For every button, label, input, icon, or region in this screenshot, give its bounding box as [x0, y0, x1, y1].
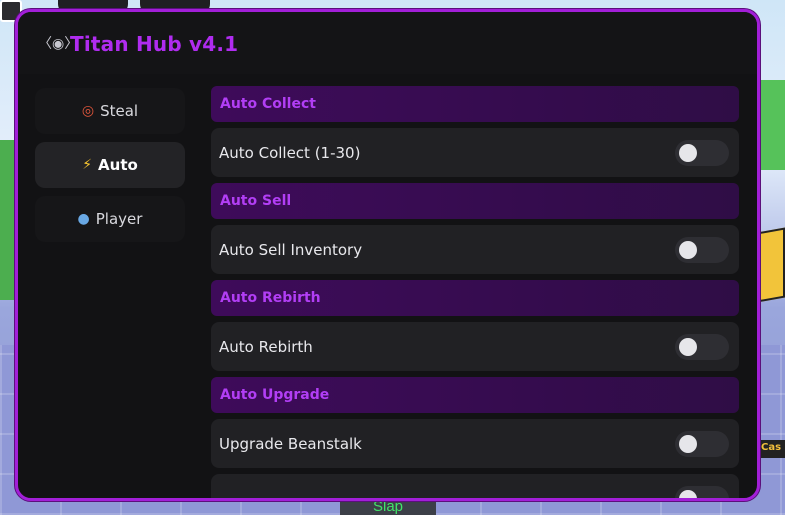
- window-header[interactable]: 〈◉〉 Titan Hub v4.1: [18, 12, 757, 74]
- toggle-label: Auto Rebirth: [219, 337, 313, 356]
- toggle-knob: [679, 434, 697, 453]
- toggle-knob: [679, 337, 697, 356]
- auto-sell-toggle[interactable]: [675, 236, 729, 263]
- toggle-label: Upgrade Beanstalk: [219, 434, 362, 453]
- partial-toggle[interactable]: [675, 485, 729, 498]
- tab-steal[interactable]: ◎ Steal: [35, 88, 185, 134]
- user-icon: ●: [77, 211, 90, 227]
- auto-collect-toggle[interactable]: [675, 139, 729, 166]
- toggle-row-upgrade-beanstalk[interactable]: Upgrade Beanstalk: [211, 419, 739, 468]
- toggle-row-auto-sell[interactable]: Auto Sell Inventory: [211, 225, 739, 274]
- tab-label: Auto: [98, 156, 138, 174]
- target-icon: ◎: [81, 103, 95, 119]
- tab-player[interactable]: ● Player: [35, 196, 185, 242]
- window-title: Titan Hub v4.1: [70, 32, 239, 56]
- toggle-knob: [679, 489, 697, 498]
- tab-label: Steal: [100, 102, 139, 120]
- tab-label: Player: [95, 210, 143, 228]
- hub-window: 〈◉〉 Titan Hub v4.1 ◎ Steal ⚡ Auto ● Play…: [15, 9, 760, 501]
- game-sign: [757, 227, 785, 303]
- toggle-row-auto-rebirth[interactable]: Auto Rebirth: [211, 322, 739, 371]
- section-header-auto-upgrade: Auto Upgrade: [211, 377, 739, 413]
- tab-auto[interactable]: ⚡ Auto: [35, 142, 185, 188]
- sidebar: ◎ Steal ⚡ Auto ● Player: [35, 88, 187, 250]
- toggle-label: Auto Collect (1-30): [219, 143, 361, 162]
- section-header-auto-collect: Auto Collect: [211, 86, 739, 122]
- toggle-knob: [679, 143, 697, 162]
- toggle-row-auto-collect[interactable]: Auto Collect (1-30): [211, 128, 739, 177]
- upgrade-beanstalk-toggle[interactable]: [675, 430, 729, 457]
- section-header-auto-rebirth: Auto Rebirth: [211, 280, 739, 316]
- toggle-label: Auto Sell Inventory: [219, 240, 363, 259]
- toggle-row-partial[interactable]: [211, 474, 739, 498]
- lightning-icon: ⚡: [82, 157, 93, 173]
- gamepad-icon: 〈◉〉: [38, 36, 79, 52]
- game-cash-tag: Cas: [759, 440, 785, 458]
- toggle-knob: [679, 240, 697, 259]
- content-scroll[interactable]: Auto Collect Auto Collect (1-30) Auto Se…: [211, 86, 741, 498]
- section-header-auto-sell: Auto Sell: [211, 183, 739, 219]
- auto-rebirth-toggle[interactable]: [675, 333, 729, 360]
